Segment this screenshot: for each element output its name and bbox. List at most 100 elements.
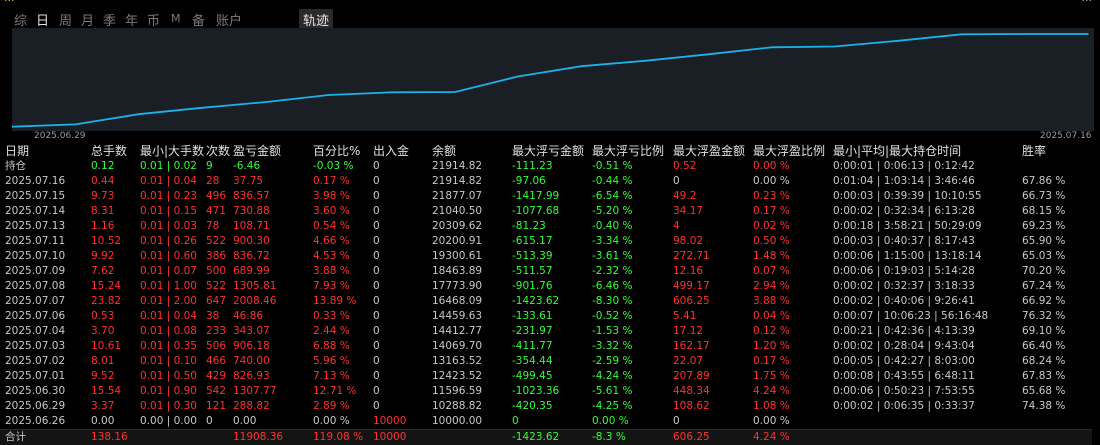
cell-count xyxy=(206,430,233,445)
cell-max-float-profit-pct: 0.17 % xyxy=(753,354,833,369)
tab-quarter[interactable]: 季 xyxy=(103,10,116,29)
table-row[interactable]: 2025.07.148.310.01 | 0.15471730.883.60 %… xyxy=(0,204,1092,219)
cell-total-lots: 8.01 xyxy=(91,354,140,369)
header-max-float-loss[interactable]: 最大浮亏金额 xyxy=(512,144,592,159)
cell-max-float-profit: 12.16 xyxy=(673,264,753,279)
cell-deposit: 0 xyxy=(373,204,432,219)
cell-date: 2025.07.08 xyxy=(0,279,91,294)
cell-total-lots: 15.54 xyxy=(91,384,140,399)
tab-week[interactable]: 周 xyxy=(59,10,72,29)
header-max-float-profit[interactable]: 最大浮盈金额 xyxy=(673,144,753,159)
table-row[interactable]: 2025.06.260.000.00 | 0.0000.000.00 %1000… xyxy=(0,414,1092,430)
table-row[interactable]: 2025.07.0815.240.01 | 1.005221305.817.93… xyxy=(0,279,1092,294)
cell-total-lots: 9.52 xyxy=(91,369,140,384)
total-row[interactable]: 合计138.1611908.36119.08 %10000-1423.62-8.… xyxy=(0,430,1092,445)
cell-hold-time xyxy=(833,414,1022,430)
tab-year[interactable]: 年 xyxy=(125,10,138,29)
tab-month[interactable]: 月 xyxy=(81,10,94,29)
header-date[interactable]: 日期 xyxy=(0,144,91,159)
table-row[interactable]: 2025.07.159.730.01 | 0.23496836.573.98 %… xyxy=(0,189,1092,204)
cell-pnl: 906.18 xyxy=(233,339,313,354)
cell-min-max-lots xyxy=(140,430,206,445)
cell-win-rate: 74.38 % xyxy=(1022,399,1092,414)
cell-date: 2025.07.10 xyxy=(0,249,91,264)
cell-max-float-loss-pct: -3.61 % xyxy=(592,249,673,264)
tab-all[interactable]: 综 xyxy=(14,10,27,29)
header-hold-time[interactable]: 最小|平均|最大持仓时间 xyxy=(833,144,1022,159)
table-row[interactable]: 2025.06.3015.540.01 | 0.905421307.7712.7… xyxy=(0,384,1092,399)
table-row[interactable]: 2025.07.028.010.01 | 0.10466740.005.96 %… xyxy=(0,354,1092,369)
tab-note[interactable]: 备 xyxy=(192,10,205,29)
cell-percent: 0.33 % xyxy=(313,309,373,324)
cell-max-float-loss-pct: -0.52 % xyxy=(592,309,673,324)
table-row[interactable]: 2025.07.109.920.01 | 0.60386836.724.53 %… xyxy=(0,249,1092,264)
tab-coin[interactable]: 币 xyxy=(147,10,160,29)
table-row[interactable]: 2025.07.0723.820.01 | 2.006472008.4613.8… xyxy=(0,294,1092,309)
tab-account[interactable]: 账户 xyxy=(216,10,242,29)
table-row[interactable]: 2025.07.0310.610.01 | 0.35506906.186.88 … xyxy=(0,339,1092,354)
cell-deposit: 0 xyxy=(373,159,432,174)
cell-pnl: 37.75 xyxy=(233,174,313,189)
equity-point xyxy=(961,34,963,36)
cell-max-float-profit-pct: 0.00 % xyxy=(753,174,833,189)
cell-min-max-lots: 0.01 | 0.04 xyxy=(140,174,206,189)
header-total-lots[interactable]: 总手数 xyxy=(91,144,140,159)
header-min-max-lots[interactable]: 最小|大手数 xyxy=(140,144,206,159)
tab-m[interactable]: M xyxy=(171,12,181,25)
cell-max-float-loss: -111.23 xyxy=(512,159,592,174)
header-max-float-profit-pct[interactable]: 最大浮盈比例 xyxy=(753,144,833,159)
cell-date: 2025.06.26 xyxy=(0,414,91,430)
cell-balance: 12423.52 xyxy=(432,369,512,384)
table-row[interactable]: 2025.07.160.440.01 | 0.042837.750.17 %02… xyxy=(0,174,1092,189)
cell-min-max-lots: 0.00 | 0.00 xyxy=(140,414,206,430)
header-count[interactable]: 次数 xyxy=(206,144,233,159)
cell-max-float-loss-pct: -6.46 % xyxy=(592,279,673,294)
cell-max-float-profit-pct: 3.88 % xyxy=(753,294,833,309)
cell-max-float-loss: -411.77 xyxy=(512,339,592,354)
cell-total-lots: 7.62 xyxy=(91,264,140,279)
table-row[interactable]: 2025.06.293.370.01 | 0.30121288.822.89 %… xyxy=(0,399,1092,414)
cell-max-float-loss: -511.57 xyxy=(512,264,592,279)
cell-max-float-profit-pct: 4.24 % xyxy=(753,430,833,445)
header-balance[interactable]: 余额 xyxy=(432,144,512,159)
tab-track[interactable]: 轨迹 xyxy=(299,9,333,30)
cell-balance: 14069.70 xyxy=(432,339,512,354)
cell-hold-time: 0:00:03 | 0:39:39 | 10:10:55 xyxy=(833,189,1022,204)
cell-win-rate: 66.92 % xyxy=(1022,294,1092,309)
header-pnl[interactable]: 盈亏金额 xyxy=(233,144,313,159)
cell-hold-time: 0:00:07 | 10:06:23 | 56:16:48 xyxy=(833,309,1022,324)
cell-percent: 119.08 % xyxy=(313,430,373,445)
cell-percent: 7.13 % xyxy=(313,369,373,384)
header-max-float-loss-pct[interactable]: 最大浮亏比例 xyxy=(592,144,673,159)
table-row[interactable]: 2025.07.1110.520.01 | 0.26522900.304.66 … xyxy=(0,234,1092,249)
table-row[interactable]: 2025.07.131.160.01 | 0.0378108.710.54 %0… xyxy=(0,219,1092,234)
table-row[interactable]: 2025.07.019.520.01 | 0.50429826.937.13 %… xyxy=(0,369,1092,384)
cell-date: 2025.07.13 xyxy=(0,219,91,234)
table-row[interactable]: 2025.07.097.620.01 | 0.07500689.993.88 %… xyxy=(0,264,1092,279)
holding-row[interactable]: 持仓0.120.01 | 0.029-6.46-0.03 %021914.82-… xyxy=(0,159,1092,174)
cell-hold-time xyxy=(833,430,1022,445)
cell-win-rate: 65.68 % xyxy=(1022,384,1092,399)
cell-max-float-profit: 22.07 xyxy=(673,354,753,369)
cell-deposit: 0 xyxy=(373,399,432,414)
cell-win-rate: 69.23 % xyxy=(1022,219,1092,234)
cell-hold-time: 0:00:01 | 0:06:13 | 0:12:42 xyxy=(833,159,1022,174)
equity-point xyxy=(707,54,709,56)
header-win-rate[interactable]: 胜率 xyxy=(1022,144,1092,159)
cell-max-float-profit: 5.41 xyxy=(673,309,753,324)
cell-count: 471 xyxy=(206,204,233,219)
cell-max-float-loss-pct: -8.3 % xyxy=(592,430,673,445)
equity-point xyxy=(75,124,77,126)
cell-max-float-loss-pct: -6.54 % xyxy=(592,189,673,204)
equity-line xyxy=(12,34,1088,127)
table-row[interactable]: 2025.07.043.700.01 | 0.08233343.072.44 %… xyxy=(0,324,1092,339)
cell-date: 2025.07.11 xyxy=(0,234,91,249)
header-percent[interactable]: 百分比% xyxy=(313,144,373,159)
cell-max-float-loss: -97.06 xyxy=(512,174,592,189)
cell-count: 506 xyxy=(206,339,233,354)
cell-deposit: 10000 xyxy=(373,414,432,430)
tab-day[interactable]: 日 xyxy=(36,10,49,29)
table-row[interactable]: 2025.07.060.530.01 | 0.043846.860.33 %01… xyxy=(0,309,1092,324)
header-deposit[interactable]: 出入金 xyxy=(373,144,432,159)
cell-hold-time: 0:00:02 | 0:32:37 | 3:18:33 xyxy=(833,279,1022,294)
